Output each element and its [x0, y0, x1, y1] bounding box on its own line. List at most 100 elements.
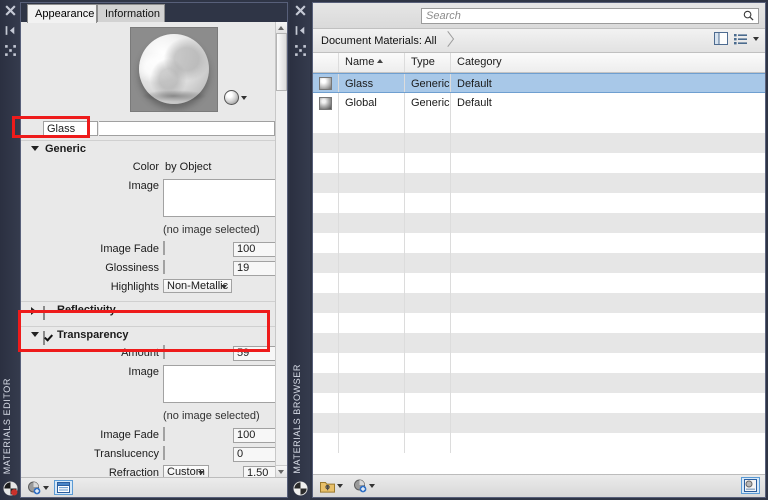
editor-toggle-browser-button[interactable]: [54, 480, 73, 495]
breadcrumb-document-materials[interactable]: Document Materials: All: [313, 35, 437, 47]
glossiness-value[interactable]: 19: [233, 261, 279, 276]
materials-browser-rail-title: MATERIALS BROWSER: [292, 364, 308, 474]
chevron-down-icon[interactable]: [753, 37, 759, 41]
table-row-empty[interactable]: [313, 113, 765, 133]
chevron-right-icon[interactable]: [31, 307, 36, 315]
table-cell-empty: [405, 133, 451, 153]
tab-information[interactable]: Information: [97, 4, 165, 22]
collapse-icon[interactable]: [4, 24, 17, 37]
scroll-down-arrow[interactable]: [276, 465, 287, 477]
reflectivity-checkbox[interactable]: [43, 306, 45, 320]
translucency-slider[interactable]: [163, 446, 165, 460]
table-row-empty[interactable]: [313, 153, 765, 173]
move-icon[interactable]: [4, 44, 17, 57]
label-refraction: Refraction: [51, 464, 159, 477]
row-translucency: Translucency 0: [21, 445, 287, 464]
preview-shape-icon[interactable]: [224, 90, 239, 105]
search-icon[interactable]: [743, 10, 754, 21]
table-cell-empty: [405, 413, 451, 433]
highlights-combo[interactable]: Non-Metallic: [163, 279, 232, 293]
table-cell-empty: [451, 353, 765, 373]
transparency-checkbox[interactable]: [43, 331, 45, 345]
chevron-down-icon[interactable]: [31, 332, 39, 337]
refraction-combo[interactable]: Custom: [163, 465, 209, 477]
table-cell-empty: [405, 433, 451, 453]
column-header-icon: [313, 53, 339, 72]
close-icon[interactable]: [294, 4, 307, 17]
list-view-icon[interactable]: [734, 33, 747, 45]
table-row-empty[interactable]: [313, 193, 765, 213]
chevron-down-icon[interactable]: [337, 484, 343, 488]
browser-toggle-editor-button[interactable]: [741, 477, 760, 494]
material-preview-area: [21, 22, 287, 118]
table-row-empty[interactable]: [313, 393, 765, 413]
table-row-empty[interactable]: [313, 353, 765, 373]
chevron-down-icon[interactable]: [198, 471, 204, 475]
table-row-empty[interactable]: [313, 433, 765, 453]
table-cell-empty: [405, 273, 451, 293]
table-row-empty[interactable]: [313, 373, 765, 393]
table-row[interactable]: Glass Generic Default: [313, 73, 765, 93]
collapse-icon[interactable]: [294, 24, 307, 37]
translucency-value[interactable]: 0: [233, 447, 279, 462]
section-header-transparency[interactable]: Transparency: [21, 326, 287, 344]
table-row-empty[interactable]: [313, 253, 765, 273]
sphere-preview[interactable]: [130, 27, 218, 112]
table-cell-empty: [451, 173, 765, 193]
table-row-empty[interactable]: [313, 173, 765, 193]
material-name-input[interactable]: Glass: [43, 121, 98, 136]
table-row-empty[interactable]: [313, 313, 765, 333]
transparency-image-fade-slider[interactable]: [163, 427, 165, 441]
table-cell-empty: [451, 373, 765, 393]
transparency-amount-slider[interactable]: [163, 345, 165, 359]
row-generic-image: Image: [21, 177, 287, 223]
column-header-category[interactable]: Category: [451, 53, 765, 72]
section-header-generic[interactable]: Generic: [21, 140, 287, 158]
transparency-image-fade-value[interactable]: 100: [233, 428, 279, 443]
glossiness-slider[interactable]: [163, 260, 165, 274]
table-cell-empty: [339, 133, 405, 153]
editor-tabstrip: Appearance Information: [21, 3, 287, 22]
label-image-fade: Image Fade: [51, 240, 159, 259]
chevron-down-icon[interactable]: [221, 285, 227, 289]
chevron-down-icon[interactable]: [369, 484, 375, 488]
chevron-down-icon[interactable]: [43, 486, 49, 490]
table-row-empty[interactable]: [313, 213, 765, 233]
move-icon[interactable]: [294, 44, 307, 57]
table-row-empty[interactable]: [313, 233, 765, 253]
transparency-image-box[interactable]: [163, 365, 279, 403]
value-color[interactable]: by Object: [165, 158, 211, 177]
panel-layout-icon[interactable]: [714, 32, 728, 45]
table-row-empty[interactable]: [313, 273, 765, 293]
table-cell-empty: [313, 173, 339, 193]
table-row-empty[interactable]: [313, 133, 765, 153]
chevron-down-icon[interactable]: [241, 96, 247, 100]
browser-new-material-button[interactable]: [351, 478, 377, 494]
editor-new-material-button[interactable]: [25, 480, 51, 496]
preview-shape-chooser[interactable]: [224, 90, 247, 105]
column-header-name[interactable]: Name: [339, 53, 405, 72]
table-row[interactable]: Global Generic Default: [313, 93, 765, 113]
scroll-thumb[interactable]: [276, 33, 287, 91]
chevron-down-icon[interactable]: [31, 146, 39, 151]
close-icon[interactable]: [4, 4, 17, 17]
image-fade-value[interactable]: 100: [233, 242, 279, 257]
table-cell-empty: [339, 353, 405, 373]
editor-vertical-scrollbar[interactable]: [275, 22, 287, 477]
image-fade-slider[interactable]: [163, 241, 165, 255]
table-cell-empty: [313, 113, 339, 133]
column-header-type[interactable]: Type: [405, 53, 451, 72]
transparency-amount-value[interactable]: 59: [233, 346, 279, 361]
table-row-empty[interactable]: [313, 293, 765, 313]
tab-appearance[interactable]: Appearance: [27, 4, 97, 23]
search-input[interactable]: Search: [421, 8, 759, 24]
table-cell-empty: [405, 333, 451, 353]
table-row-empty[interactable]: [313, 333, 765, 353]
table-row-empty[interactable]: [313, 413, 765, 433]
generic-image-box[interactable]: [163, 179, 279, 217]
materials-browser-body: Search Document Materials: All: [312, 2, 766, 498]
table-cell-empty: [405, 153, 451, 173]
section-header-reflectivity[interactable]: Reflectivity: [21, 301, 287, 319]
browser-library-button[interactable]: [318, 479, 345, 494]
table-cell-empty: [405, 353, 451, 373]
